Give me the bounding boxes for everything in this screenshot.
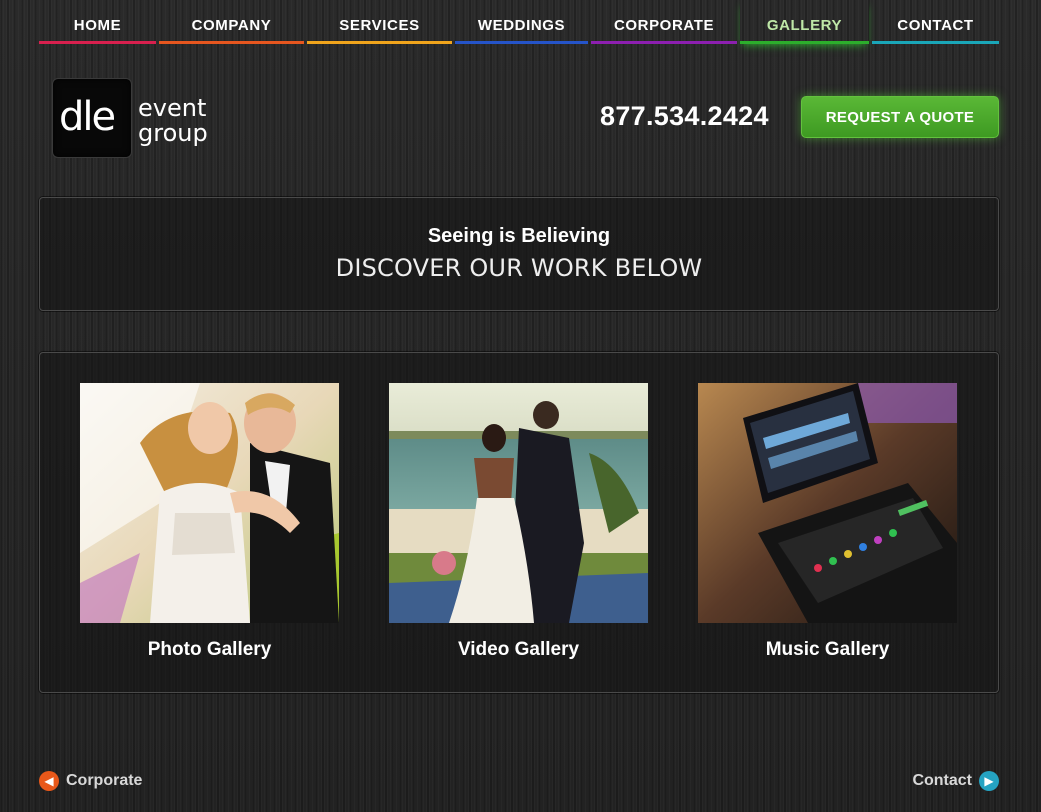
- prev-page-link[interactable]: ◀ Corporate: [39, 771, 142, 791]
- arrow-right-icon[interactable]: ▶: [979, 771, 999, 791]
- logo-word-group: group: [138, 119, 208, 147]
- prev-page-label[interactable]: Corporate: [66, 772, 142, 790]
- music-gallery-image[interactable]: [698, 383, 957, 623]
- nav-corporate[interactable]: CORPORATE: [591, 0, 737, 44]
- galleries-panel: Photo Gallery Video Gallery Music Galler…: [39, 352, 999, 693]
- next-page-link[interactable]: Contact ▶: [912, 771, 999, 791]
- phone-number[interactable]: 877.534.2424: [600, 101, 769, 132]
- logo-mark: dle: [59, 94, 116, 140]
- request-quote-button[interactable]: REQUEST A QUOTE: [801, 96, 999, 138]
- photo-gallery-label[interactable]: Photo Gallery: [80, 639, 339, 661]
- nav-weddings[interactable]: WEDDINGS: [455, 0, 588, 44]
- photo-gallery-card[interactable]: Photo Gallery: [80, 383, 339, 661]
- video-gallery-label[interactable]: Video Gallery: [389, 639, 648, 661]
- intro-subtitle: Seeing is Believing: [427, 225, 611, 247]
- intro-panel: Seeing is Believing DISCOVER OUR WORK BE…: [39, 197, 999, 311]
- nav-home[interactable]: HOME: [39, 0, 156, 44]
- nav-company[interactable]: COMPANY: [159, 0, 304, 44]
- logo-wordmark: event group: [138, 96, 208, 146]
- video-gallery-card[interactable]: Video Gallery: [389, 383, 648, 661]
- video-gallery-image[interactable]: [389, 383, 648, 623]
- logo-box: dle: [52, 78, 132, 158]
- site-logo[interactable]: dle event group: [52, 78, 222, 160]
- logo-word-event: event: [138, 94, 207, 122]
- nav-contact[interactable]: CONTACT: [872, 0, 999, 44]
- intro-title: DISCOVER OUR WORK BELOW: [335, 254, 703, 282]
- arrow-left-icon[interactable]: ◀: [39, 771, 59, 791]
- nav-services[interactable]: SERVICES: [307, 0, 452, 44]
- next-page-label[interactable]: Contact: [912, 772, 972, 790]
- nav-gallery[interactable]: GALLERY: [740, 0, 869, 44]
- music-gallery-label[interactable]: Music Gallery: [698, 639, 957, 661]
- photo-gallery-image[interactable]: [80, 383, 339, 623]
- music-gallery-card[interactable]: Music Gallery: [698, 383, 957, 661]
- main-nav: HOME COMPANY SERVICES WEDDINGS CORPORATE…: [39, 0, 999, 44]
